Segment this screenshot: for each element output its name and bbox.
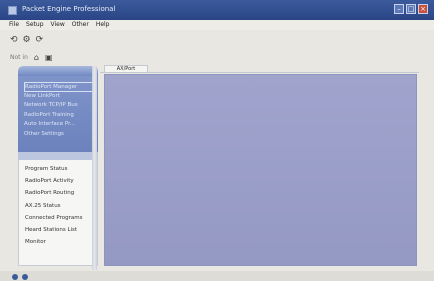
menu-bar: File Setup View Other Help xyxy=(0,20,434,30)
menu-other[interactable]: Other xyxy=(72,20,89,30)
maximize-button[interactable]: □ xyxy=(406,4,416,14)
address-label: Not in xyxy=(10,53,28,61)
menu-view[interactable]: View xyxy=(51,20,65,30)
window-title: Packet Engine Professional xyxy=(22,5,116,13)
save-icon[interactable]: ▣ xyxy=(45,53,53,62)
sidebar-item[interactable]: Monitor xyxy=(25,236,94,248)
splitter-handle[interactable] xyxy=(92,66,97,270)
main-view-area[interactable] xyxy=(104,74,417,266)
sidebar-item[interactable]: RadioPort Training xyxy=(24,111,95,121)
sidebar-item[interactable]: Auto Interface Pr... xyxy=(24,120,95,130)
connection-icon xyxy=(22,274,28,280)
menu-setup[interactable]: Setup xyxy=(26,20,43,30)
app-icon xyxy=(8,6,17,15)
tab-underline xyxy=(100,72,419,73)
close-button[interactable]: × xyxy=(418,4,428,14)
address-bar: Not in ⌂ ▣ xyxy=(0,50,434,64)
status-bar xyxy=(0,271,434,281)
sidebar-item[interactable]: RadioPort Manager xyxy=(24,82,95,92)
sidebar: RadioPort Manager New LinkPort Network T… xyxy=(16,66,100,270)
sidebar-panel-radioport: RadioPort Manager New LinkPort Network T… xyxy=(18,76,98,152)
back-icon[interactable]: ⟲ xyxy=(10,35,18,45)
minimize-button[interactable]: – xyxy=(394,4,404,14)
status-icon xyxy=(12,274,18,280)
sidebar-item[interactable]: RadioPort Routing xyxy=(25,187,94,199)
menu-file[interactable]: File xyxy=(9,20,19,30)
sidebar-panel-status: Program Status RadioPort Activity RadioP… xyxy=(18,160,98,266)
tab-strip: AX/Port xyxy=(100,64,419,73)
title-bar: Packet Engine Professional – □ × xyxy=(0,0,434,20)
sidebar-item[interactable]: Connected Programs xyxy=(25,212,94,224)
home-icon[interactable]: ⌂ xyxy=(34,53,39,62)
sidebar-item[interactable]: New LinkPort xyxy=(24,92,95,102)
content-pane: AX/Port xyxy=(100,64,419,268)
sidebar-header xyxy=(18,66,98,76)
sidebar-item[interactable]: Heard Stations List xyxy=(25,224,94,236)
sidebar-divider xyxy=(18,152,98,160)
refresh-icon[interactable]: ⟳ xyxy=(36,35,44,45)
sidebar-item[interactable]: AX.25 Status xyxy=(25,200,94,212)
sidebar-item[interactable]: Network TCP/IP Bus xyxy=(24,101,95,111)
toolbar: ⟲ ⚙ ⟳ xyxy=(0,32,434,48)
sidebar-item[interactable]: Other Settings xyxy=(24,130,95,140)
sidebar-item[interactable]: Program Status xyxy=(25,163,94,175)
sidebar-item[interactable]: RadioPort Activity xyxy=(25,175,94,187)
menu-help[interactable]: Help xyxy=(96,20,110,30)
window-controls: – □ × xyxy=(394,4,428,14)
gear-icon[interactable]: ⚙ xyxy=(23,35,31,45)
